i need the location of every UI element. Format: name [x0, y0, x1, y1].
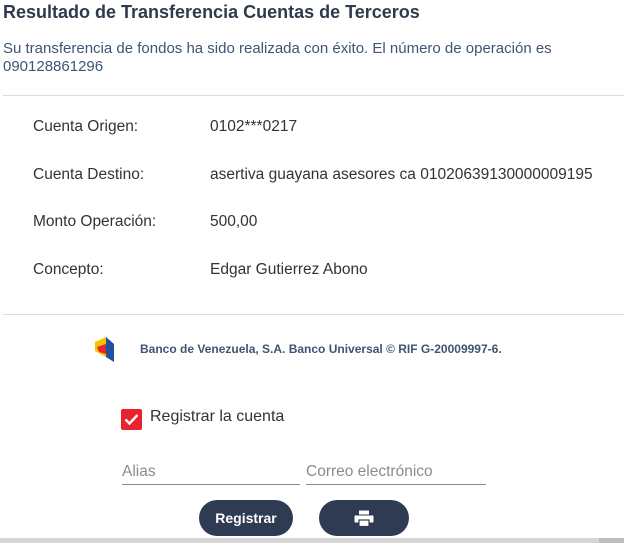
register-account-checkbox[interactable]	[121, 409, 142, 430]
divider-top	[3, 95, 624, 96]
email-field-wrapper	[306, 462, 486, 485]
detail-row-concept: Concepto: Edgar Gutierrez Abono	[0, 261, 624, 283]
checkmark-icon	[124, 414, 139, 426]
scrollbar-thumb[interactable]	[599, 538, 624, 543]
detail-row-destination-account: Cuenta Destino: asertiva guayana asesore…	[0, 166, 624, 188]
detail-label: Cuenta Origen:	[33, 118, 139, 135]
register-button[interactable]: Registrar	[199, 500, 293, 536]
success-message: Su transferencia de fondos ha sido reali…	[3, 40, 552, 75]
horizontal-scrollbar[interactable]	[0, 538, 624, 543]
detail-value: asertiva guayana asesores ca 01020639130…	[210, 166, 593, 183]
bank-footer-text: Banco de Venezuela, S.A. Banco Universal…	[140, 342, 502, 356]
alias-input[interactable]	[122, 462, 300, 482]
register-account-label[interactable]: Registrar la cuenta	[150, 408, 284, 426]
detail-label: Cuenta Destino:	[33, 166, 145, 183]
page-title: Resultado de Transferencia Cuentas de Te…	[3, 2, 420, 22]
print-button[interactable]	[319, 500, 409, 536]
detail-value: 0102***0217	[210, 118, 298, 135]
detail-value: Edgar Gutierrez Abono	[210, 261, 368, 278]
detail-label: Concepto:	[33, 261, 104, 278]
email-input[interactable]	[306, 462, 486, 482]
detail-value: 500,00	[210, 213, 258, 230]
bdv-logo-icon	[93, 335, 117, 363]
divider-middle	[3, 314, 624, 315]
detail-label: Monto Operación:	[33, 213, 157, 230]
printer-icon	[354, 510, 374, 527]
detail-row-origin-account: Cuenta Origen: 0102***0217	[0, 118, 624, 140]
detail-row-amount: Monto Operación: 500,00	[0, 213, 624, 235]
alias-field-wrapper	[122, 462, 300, 485]
